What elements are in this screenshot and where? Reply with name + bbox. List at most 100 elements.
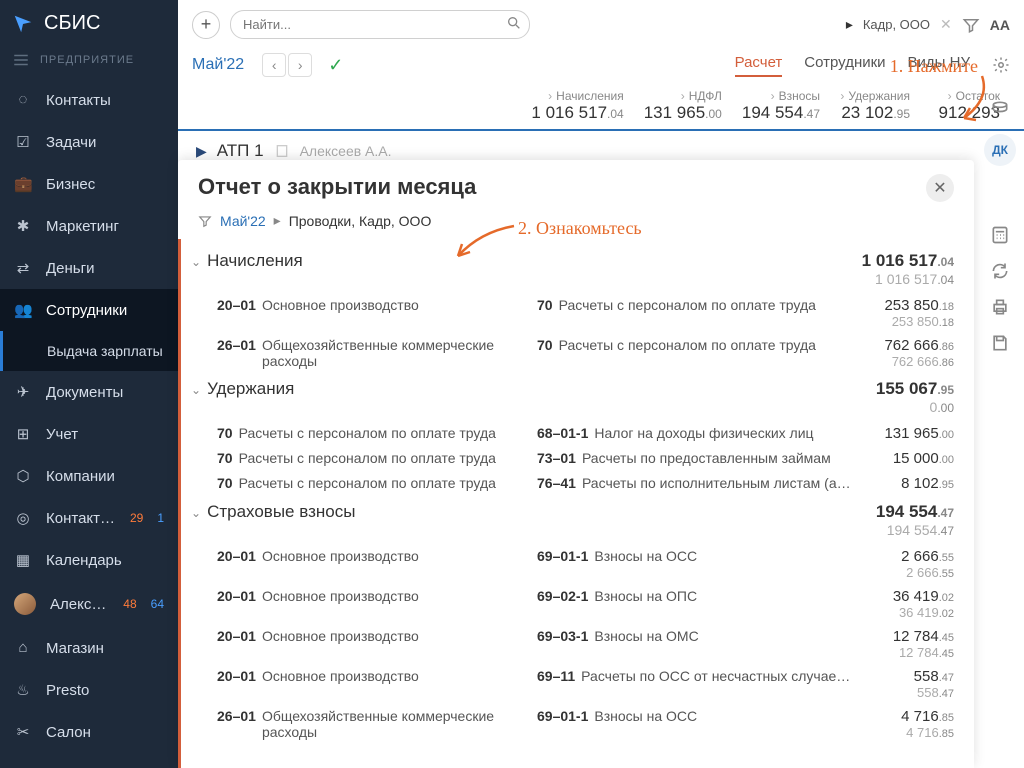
summary-row: › Начисления1 016 517.04› НДФЛ131 965.00… xyxy=(178,85,1024,131)
sidebar-item-14[interactable]: ♨Presto xyxy=(0,669,178,711)
sidebar-item-9[interactable]: ⬡ Компании xyxy=(0,455,178,497)
section-head[interactable]: ⌄Начисления1 016 517.041 016 517.04 xyxy=(181,243,974,291)
sidebar-item-label: Сотрудники xyxy=(46,302,127,319)
nav-icon: ☑ xyxy=(14,133,32,151)
menu-icon[interactable] xyxy=(12,51,30,69)
sidebar-item-11[interactable]: ▦ Календарь xyxy=(0,539,178,581)
sidebar-item-10[interactable]: ◎Контакт-це291 xyxy=(0,497,178,539)
print-icon[interactable] xyxy=(989,296,1011,318)
sidebar-item-0[interactable]: ◌Контакты xyxy=(0,79,178,121)
sidebar-item-label: Алексеев xyxy=(50,596,109,613)
check-icon[interactable]: ✓ xyxy=(328,55,343,76)
table-row[interactable]: 70Расчеты с персоналом по оплате труда68… xyxy=(181,419,974,444)
sidebar-item-5[interactable]: 👥Сотрудники xyxy=(0,289,178,331)
sidebar-item-12[interactable]: Алексеев 48 64 xyxy=(0,581,178,627)
sidebar-item-label: Задачи xyxy=(46,134,96,151)
prev-month-button[interactable]: ‹ xyxy=(262,53,286,77)
summary-col-2[interactable]: › Взносы194 554.47 xyxy=(732,85,830,129)
sidebar-item-label: Маркетинг xyxy=(46,218,119,235)
sidebar-item-16[interactable]: ⚙Настройки xyxy=(0,753,178,768)
nav-icon: ▦ xyxy=(14,551,32,569)
sidebar-item-label: Учет xyxy=(46,426,78,443)
sidebar-item-13[interactable]: ⌂Магазин xyxy=(0,627,178,669)
sidebar-item-8[interactable]: ⊞Учет xyxy=(0,413,178,455)
building-icon xyxy=(274,143,290,159)
close-panel-button[interactable]: ✕ xyxy=(926,174,954,202)
month-picker[interactable]: Май'22 xyxy=(192,56,244,74)
sidebar-item-2[interactable]: 💼 Бизнес xyxy=(0,163,178,205)
dk-button[interactable]: ДК xyxy=(984,134,1016,166)
nav-icon: ✱ xyxy=(14,217,32,235)
sidebar-item-label: Компании xyxy=(46,468,115,485)
brand-logo-icon xyxy=(12,13,34,35)
section-head[interactable]: ⌄Удержания155 067.950.00 xyxy=(181,371,974,419)
org-person: Алексеев А.А. xyxy=(300,143,392,159)
org-selector[interactable]: Кадр, ООО xyxy=(863,17,930,32)
sidebar-item-label: Контакт-це xyxy=(46,510,116,527)
nav-icon: ◎ xyxy=(14,509,32,527)
table-row[interactable]: 26–01Общехозяйственные коммерческие расх… xyxy=(181,702,974,742)
add-button[interactable]: + xyxy=(192,11,220,39)
sidebar-item-label: Документы xyxy=(46,384,123,401)
search-input[interactable] xyxy=(230,10,530,39)
nav-icon: ⇄ xyxy=(14,259,32,277)
table-row[interactable]: 20–01Основное производство69–03-1Взносы … xyxy=(181,622,974,662)
sidebar-item-7[interactable]: ✈ Документы xyxy=(0,371,178,413)
font-size-button[interactable]: AA xyxy=(990,17,1010,33)
table-row[interactable]: 20–01Основное производство69–01-1Взносы … xyxy=(181,542,974,582)
expand-icon[interactable]: ▶ xyxy=(196,143,207,160)
next-month-button[interactable]: › xyxy=(288,53,312,77)
table-row[interactable]: 70Расчеты с персоналом по оплате труда73… xyxy=(181,444,974,469)
badge: 48 xyxy=(123,597,136,611)
sidebar-item-15[interactable]: ✂Салон xyxy=(0,711,178,753)
sidebar-item-1[interactable]: ☑ Задачи xyxy=(0,121,178,163)
save-icon[interactable] xyxy=(989,332,1011,354)
nav-icon: ✈ xyxy=(14,383,32,401)
sidebar-item-3[interactable]: ✱ Маркетинг xyxy=(0,205,178,247)
sidebar-item-4[interactable]: ⇄ Деньги xyxy=(0,247,178,289)
sidebar: СБИС ПРЕДПРИЯТИЕ ◌Контакты☑Задачи💼Бизнес… xyxy=(0,0,178,768)
summary-col-3[interactable]: › Удержания23 102.95 xyxy=(830,85,920,129)
chevron-down-icon: ⌄ xyxy=(191,255,201,269)
nav-icon: ♨ xyxy=(14,681,32,699)
brand-name: СБИС xyxy=(44,12,100,35)
sidebar-item-6[interactable]: Выдача зарплаты xyxy=(0,331,178,371)
table-row[interactable]: 70Расчеты с персоналом по оплате труда76… xyxy=(181,469,974,494)
nav-icon: ⬡ xyxy=(14,467,32,485)
right-rail: ДК xyxy=(976,90,1024,354)
chevron-down-icon: ⌄ xyxy=(191,506,201,520)
calculator-icon[interactable] xyxy=(989,224,1011,246)
badge: 64 xyxy=(151,597,164,611)
table-row[interactable]: 20–01Основное производство69–11Расчеты п… xyxy=(181,662,974,702)
clear-org-icon[interactable]: ✕ xyxy=(940,16,952,33)
table-row[interactable]: 26–01Общехозяйственные коммерческие расх… xyxy=(181,331,974,371)
nav-icon: ✂ xyxy=(14,723,32,741)
sidebar-item-label: Выдача зарплаты xyxy=(47,343,163,359)
filter-small-icon[interactable] xyxy=(198,214,212,228)
search-icon[interactable] xyxy=(506,15,522,31)
summary-col-1[interactable]: › НДФЛ131 965.00 xyxy=(634,85,732,129)
nav-icon: 💼 xyxy=(14,175,32,193)
section-head[interactable]: ⌄Страховые взносы194 554.47194 554.47 xyxy=(181,494,974,542)
sidebar-item-label: Магазин xyxy=(46,640,104,657)
chevron-down-icon: ⌄ xyxy=(191,383,201,397)
tab-calc[interactable]: Расчет xyxy=(735,54,783,77)
table-row[interactable]: 20–01Основное производство69–02-1Взносы … xyxy=(181,582,974,622)
sidebar-item-label: Деньги xyxy=(46,260,94,277)
panel-breadcrumb[interactable]: Май'22 ▸ Проводки, Кадр, ООО xyxy=(178,208,974,239)
report-panel: Отчет о закрытии месяца ✕ Май'22 ▸ Прово… xyxy=(178,160,974,768)
filter-icon[interactable] xyxy=(962,16,980,34)
table-row[interactable]: 20–01Основное производство70Расчеты с пе… xyxy=(181,291,974,331)
tab-employees[interactable]: Сотрудники xyxy=(804,54,885,77)
org-name[interactable]: АТП 1 xyxy=(217,141,264,161)
summary-col-0[interactable]: › Начисления1 016 517.04 xyxy=(521,85,633,129)
sidebar-item-label: Календарь xyxy=(46,552,122,569)
coins-icon[interactable] xyxy=(989,98,1011,120)
sidebar-item-label: Контакты xyxy=(46,92,111,109)
tab-nu[interactable]: Виды НУ xyxy=(908,54,970,77)
main: + ▸ Кадр, ООО ✕ AA Май'22 ‹ › ✓ xyxy=(178,0,1024,768)
refresh-icon[interactable] xyxy=(989,260,1011,282)
play-marker-icon: ▸ xyxy=(846,16,853,33)
gear-icon[interactable] xyxy=(992,56,1010,74)
sidebar-item-label: Бизнес xyxy=(46,176,95,193)
